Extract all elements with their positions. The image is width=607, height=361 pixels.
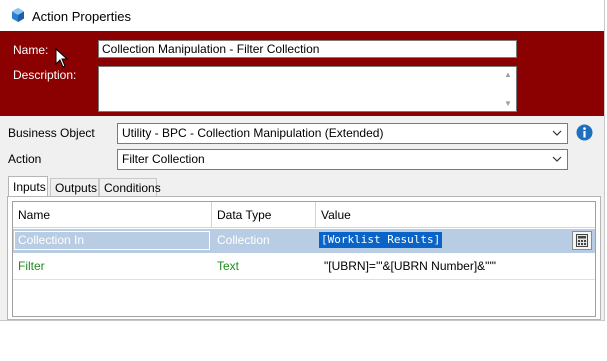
header-banner: Name: Collection Manipulation - Filter C… bbox=[0, 31, 604, 116]
row-type-cell: Collection bbox=[217, 233, 270, 247]
action-dropdown[interactable]: Filter Collection bbox=[117, 149, 568, 170]
action-label: Action bbox=[8, 152, 42, 166]
column-header-name[interactable]: Name bbox=[13, 202, 212, 228]
business-object-value: Utility - BPC - Collection Manipulation … bbox=[122, 126, 384, 140]
inputs-panel: Name Data Type Value Collection In Colle… bbox=[7, 196, 601, 320]
scroll-up-icon[interactable]: ▲ bbox=[504, 71, 512, 79]
description-label: Description: bbox=[13, 68, 77, 82]
business-object-dropdown[interactable]: Utility - BPC - Collection Manipulation … bbox=[117, 123, 568, 144]
action-properties-icon bbox=[12, 8, 24, 22]
action-properties-dialog: Action Properties Name: Collection Manip… bbox=[0, 0, 605, 321]
row-value-cell[interactable]: "[UBRN]='"&[UBRN Number]&"'" bbox=[319, 255, 496, 279]
title-bar: Action Properties bbox=[0, 0, 604, 31]
column-header-data-type[interactable]: Data Type bbox=[212, 202, 316, 228]
window-title: Action Properties bbox=[32, 9, 131, 24]
table-row[interactable]: Filter Text "[UBRN]='"&[UBRN Number]&"'" bbox=[13, 254, 595, 280]
row-name-cell[interactable]: Filter bbox=[13, 255, 45, 279]
chevron-down-icon bbox=[552, 156, 562, 162]
name-field[interactable]: Collection Manipulation - Filter Collect… bbox=[98, 40, 517, 58]
description-field[interactable]: ▲ ▼ bbox=[98, 66, 517, 112]
action-value: Filter Collection bbox=[122, 152, 205, 166]
info-icon[interactable] bbox=[576, 124, 593, 141]
row-name-cell[interactable]: Collection In bbox=[14, 231, 210, 250]
scroll-down-icon[interactable]: ▼ bbox=[504, 100, 512, 108]
mouse-cursor-icon bbox=[55, 48, 69, 68]
column-header-value[interactable]: Value bbox=[316, 202, 595, 228]
expression-editor-button[interactable] bbox=[572, 231, 592, 250]
description-scrollbar[interactable]: ▲ ▼ bbox=[500, 67, 516, 111]
row-type-cell: Text bbox=[217, 259, 240, 273]
name-label: Name: bbox=[13, 43, 49, 57]
chevron-down-icon bbox=[552, 130, 562, 136]
calculator-icon bbox=[576, 234, 588, 247]
inputs-grid: Name Data Type Value Collection In Colle… bbox=[12, 201, 596, 317]
tab-conditions[interactable]: Conditions bbox=[99, 178, 161, 197]
business-object-label: Business Object bbox=[8, 126, 95, 140]
table-row[interactable]: Collection In Collection [Worklist Resul… bbox=[13, 229, 595, 253]
row-value-cell[interactable]: [Worklist Results] bbox=[319, 232, 443, 248]
tab-inputs[interactable]: Inputs bbox=[8, 176, 48, 197]
tab-outputs[interactable]: Outputs bbox=[50, 178, 99, 197]
